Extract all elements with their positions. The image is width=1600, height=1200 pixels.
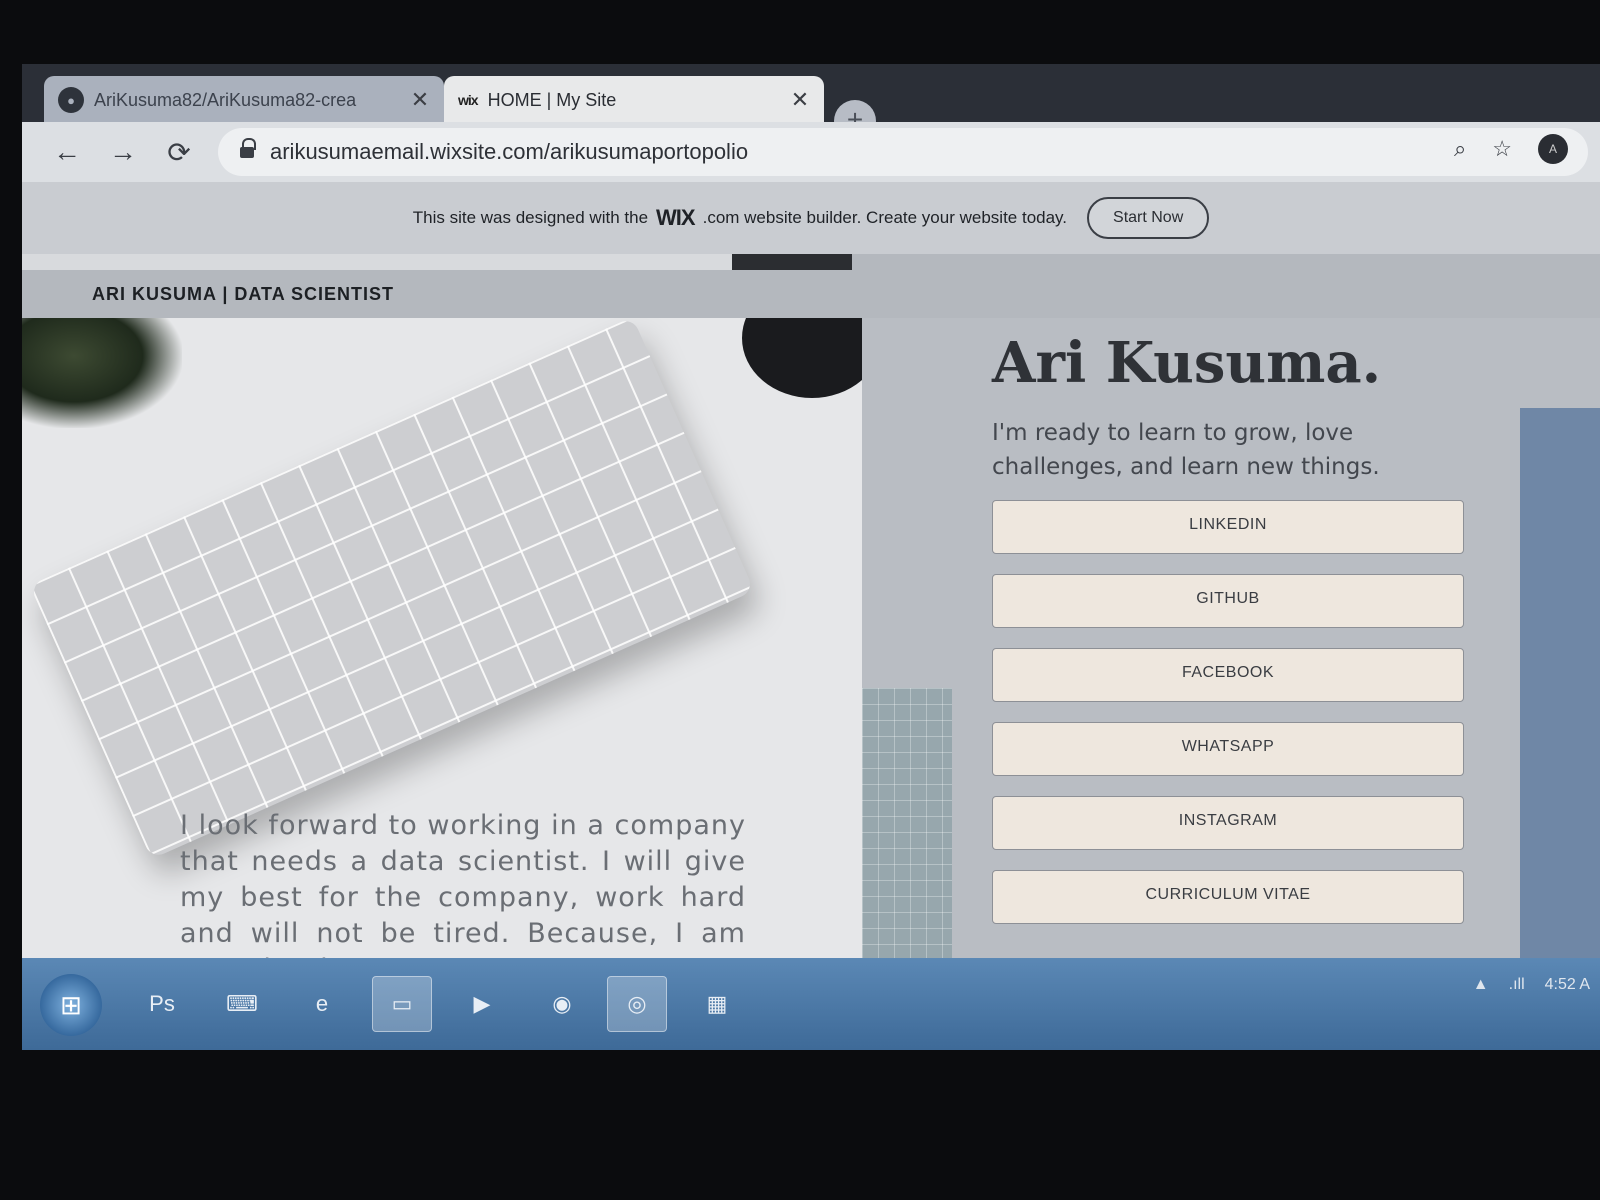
lock-icon [240,138,256,160]
tab-wix[interactable]: wix HOME | My Site ✕ [444,76,824,124]
linkedin-button[interactable]: LINKEDIN [992,500,1464,554]
screen: ● AriKusuma82/AriKusuma82-crea ✕ wix HOM… [22,64,1600,1050]
clock[interactable]: 4:52 A [1545,976,1590,994]
site-header: ARI KUSUMA | DATA SCIENTIST [22,254,1600,318]
forward-button[interactable]: → [108,136,138,168]
tagline: I'm ready to learn to grow, love challen… [992,420,1380,480]
site-title[interactable]: ARI KUSUMA | DATA SCIENTIST [92,284,394,305]
url-text[interactable]: arikusumaemail.wixsite.com/arikusumaport… [270,139,748,165]
close-icon[interactable]: ✕ [410,87,430,113]
wix-banner: This site was designed with the WIX .com… [22,182,1600,254]
social-links: LINKEDIN GITHUB FACEBOOK WHATSAPP INSTAG… [992,500,1464,944]
github-button[interactable]: GITHUB [992,574,1464,628]
start-now-button[interactable]: Start Now [1087,197,1210,239]
firefox-icon[interactable]: ◉ [532,976,592,1032]
banner-text-before: This site was designed with the [412,208,649,227]
signal-icon[interactable]: .ıll [1509,976,1525,994]
taskbar: ⊞ Ps ⌨ e ▭ ▶ ◉ ◎ ▦ ▲ .ıll 4:52 A [22,958,1600,1050]
avatar[interactable]: A [1538,134,1568,164]
file-explorer-icon[interactable]: ▭ [372,976,432,1032]
start-button[interactable]: ⊞ [40,974,102,1036]
internet-explorer-icon[interactable]: e [292,976,352,1032]
tab-github[interactable]: ● AriKusuma82/AriKusuma82-crea ✕ [44,76,444,124]
tab-strip: ● AriKusuma82/AriKusuma82-crea ✕ wix HOM… [22,64,1600,142]
zoom-icon[interactable]: ⌕ [1454,136,1466,162]
background-strip [1520,408,1600,958]
header-decoration [732,254,852,270]
instagram-button[interactable]: INSTAGRAM [992,796,1464,850]
wix-icon: wix [458,92,479,108]
close-icon[interactable]: ✕ [790,87,810,113]
background-window [862,688,952,958]
tab-label: HOME | My Site [487,89,617,110]
intro-paragraph: I look forward to working in a company t… [180,810,746,958]
calendar-icon[interactable]: ▦ [687,976,747,1032]
tab-label: AriKusuma82/AriKusuma82-crea [94,89,357,110]
chrome-icon[interactable]: ◎ [607,976,667,1032]
github-icon: ● [58,87,84,113]
tray-arrow-icon[interactable]: ▲ [1473,976,1489,994]
hero-image-panel: I look forward to working in a company t… [22,318,862,958]
name-heading: Ari Kusuma. [992,330,1382,396]
facebook-button[interactable]: FACEBOOK [992,648,1464,702]
photoshop-icon[interactable]: Ps [132,976,192,1032]
reload-button[interactable]: ⟳ [164,136,194,169]
profile-panel: Ari Kusuma. I'm ready to learn to grow, … [862,318,1600,958]
back-button[interactable]: ← [52,136,82,168]
banner-text-after: .com website builder. Create your websit… [702,208,1068,227]
system-tray: ▲ .ıll 4:52 A [1473,976,1590,994]
keyboard-app-icon[interactable]: ⌨ [212,976,272,1032]
whatsapp-button[interactable]: WHATSAPP [992,722,1464,776]
plant-image [22,318,182,428]
media-player-icon[interactable]: ▶ [452,976,512,1032]
cv-button[interactable]: CURRICULUM VITAE [992,870,1464,924]
star-icon[interactable]: ☆ [1492,136,1512,162]
wix-logo: WIX [656,205,696,230]
browser-toolbar: ← → ⟳ arikusumaemail.wixsite.com/arikusu… [22,122,1600,182]
address-bar[interactable]: arikusumaemail.wixsite.com/arikusumaport… [218,128,1588,176]
header-stripe [22,254,852,270]
mug-image [742,318,862,398]
